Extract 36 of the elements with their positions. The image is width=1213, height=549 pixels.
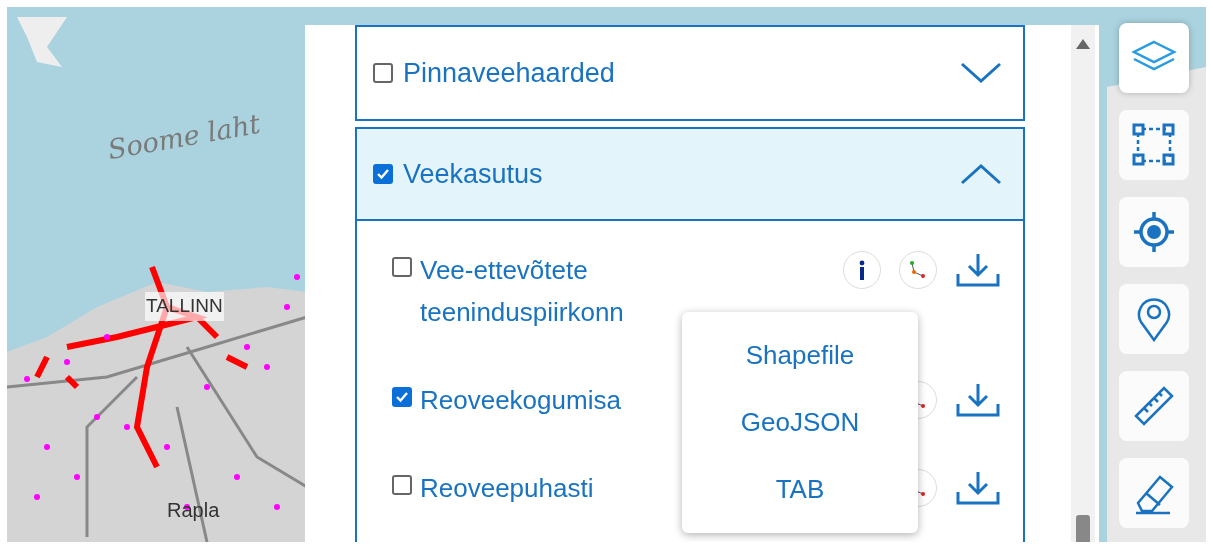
erase-tool-button[interactable]: [1119, 458, 1189, 528]
checkbox[interactable]: [373, 164, 393, 184]
check-icon: [395, 390, 409, 404]
dashed-square-icon: [1132, 123, 1176, 167]
download-icon[interactable]: [955, 470, 1001, 506]
check-icon: [376, 167, 390, 181]
layers-tool-button[interactable]: [1119, 23, 1189, 93]
checkbox[interactable]: [373, 63, 393, 83]
menu-item[interactable]: Shapefile: [682, 322, 918, 389]
select-area-tool-button[interactable]: [1119, 110, 1189, 180]
scroll-up-icon[interactable]: [1076, 39, 1090, 49]
group-name[interactable]: Veekasutus: [403, 153, 959, 195]
menu-item[interactable]: TAB: [682, 456, 918, 523]
checkbox[interactable]: [392, 387, 412, 407]
group-header[interactable]: Veekasutus: [357, 129, 1023, 221]
map-label: Soome laht: [104, 106, 264, 168]
pin-tool-button[interactable]: [1119, 284, 1189, 354]
checkbox[interactable]: [392, 257, 412, 277]
chevron-down-icon[interactable]: [959, 61, 1003, 85]
measure-tool-button[interactable]: [1119, 371, 1189, 441]
checkbox[interactable]: [392, 475, 412, 495]
crosshair-icon: [1132, 210, 1176, 254]
layer-name[interactable]: Vee-ettevõtete teeninduspiirkonn: [420, 249, 670, 333]
group-name[interactable]: Pinnaveehaarded: [403, 52, 959, 94]
chevron-up-icon[interactable]: [959, 162, 1003, 186]
map-label: Rapla: [167, 498, 220, 523]
layer-name[interactable]: Reoveepuhasti: [420, 467, 670, 509]
scrollbar[interactable]: [1071, 25, 1095, 542]
location-pin-icon: [1136, 296, 1172, 342]
download-icon[interactable]: [955, 382, 1001, 418]
locate-tool-button[interactable]: [1119, 197, 1189, 267]
download-icon[interactable]: [955, 252, 1001, 288]
map-label: TALLINN: [145, 292, 224, 321]
menu-item[interactable]: GeoJSON: [682, 389, 918, 456]
layer-name[interactable]: Reoveekogumisa: [420, 379, 670, 421]
ruler-icon: [1132, 384, 1176, 428]
